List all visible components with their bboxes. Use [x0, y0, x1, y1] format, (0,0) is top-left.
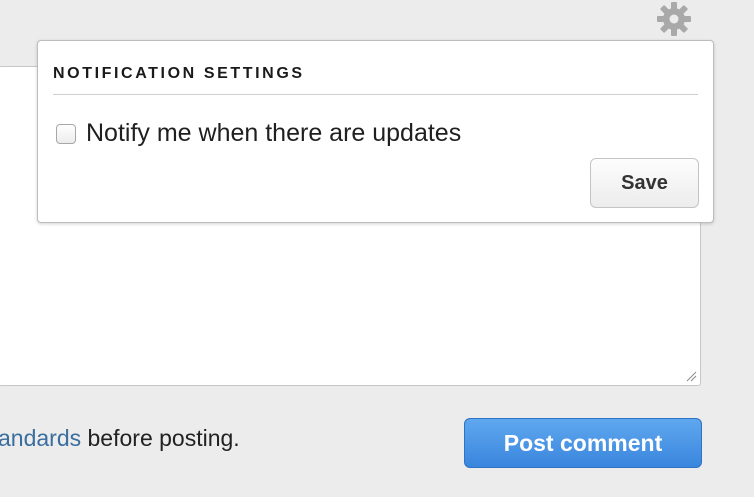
popup-title: NOTIFICATION SETTINGS [53, 65, 305, 82]
notify-checkbox[interactable] [56, 123, 76, 144]
notify-option[interactable]: Notify me when there are updates [56, 119, 461, 148]
settings-gear-icon[interactable] [655, 0, 693, 38]
popup-divider [53, 94, 698, 95]
resize-grip-icon[interactable] [685, 370, 697, 382]
notify-label: Notify me when there are updates [86, 119, 462, 147]
posting-guidelines-text: andards before posting. [0, 425, 240, 452]
guidelines-suffix: before posting. [81, 425, 240, 451]
notification-settings-popup: NOTIFICATION SETTINGS Notify me when the… [37, 40, 714, 223]
save-button[interactable]: Save [590, 158, 699, 208]
guidelines-link[interactable]: andards [0, 425, 81, 451]
post-comment-button[interactable]: Post comment [464, 418, 702, 468]
